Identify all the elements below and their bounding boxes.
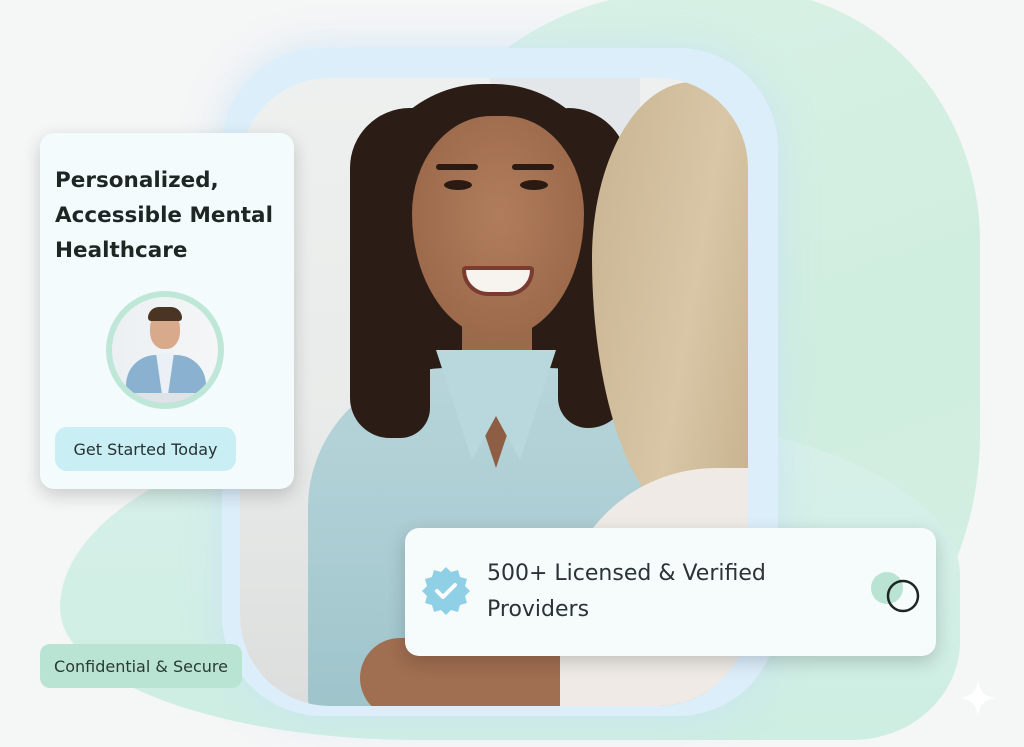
- landing-hero: Personalized, Accessible Mental Healthca…: [0, 0, 1024, 747]
- hero-title: Personalized, Accessible Mental Healthca…: [55, 168, 273, 263]
- verified-badge-icon: [422, 567, 470, 615]
- hero-card: Personalized, Accessible Mental Healthca…: [40, 133, 294, 489]
- provider-avatar: [106, 291, 224, 409]
- sparkle-icon: [960, 680, 996, 716]
- radio-toggle-icon[interactable]: [867, 566, 925, 618]
- providers-text: 500+ Licensed & Verified Providers: [487, 561, 766, 622]
- confidential-badge: Confidential & Secure: [40, 644, 242, 688]
- providers-card: 500+ Licensed & Verified Providers: [405, 528, 936, 656]
- get-started-button[interactable]: Get Started Today: [55, 427, 236, 471]
